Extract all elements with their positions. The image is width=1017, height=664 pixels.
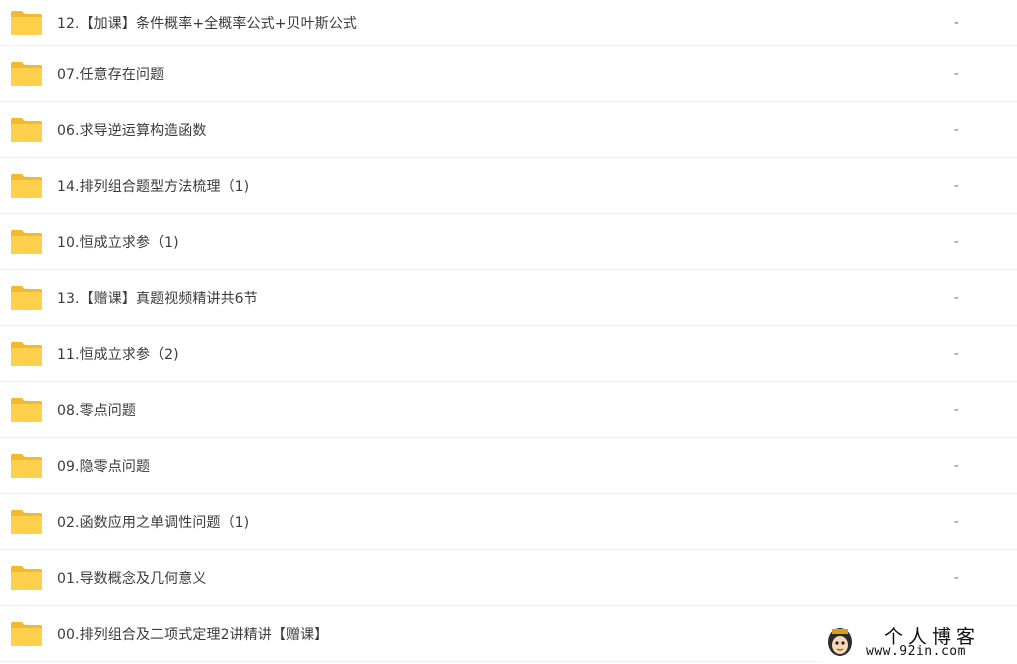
- file-name[interactable]: 09.隐零点问题: [57, 456, 150, 476]
- file-name[interactable]: 08.零点问题: [57, 400, 136, 420]
- folder-icon: [11, 565, 42, 590]
- file-name[interactable]: 10.恒成立求参（1): [57, 232, 179, 252]
- file-size: -: [954, 514, 959, 529]
- file-list: 12.【加课】条件概率+全概率公式+贝叶斯公式 - 07.任意存在问题 - 06…: [0, 0, 1017, 662]
- file-name[interactable]: 13.【赠课】真题视频精讲共6节: [57, 288, 258, 308]
- file-row[interactable]: 14.排列组合题型方法梳理（1) -: [0, 158, 1017, 214]
- file-name[interactable]: 01.导数概念及几何意义: [57, 568, 206, 588]
- file-size: -: [954, 402, 959, 417]
- folder-icon: [11, 61, 42, 86]
- file-name[interactable]: 12.【加课】条件概率+全概率公式+贝叶斯公式: [57, 13, 357, 33]
- folder-icon: [11, 117, 42, 142]
- folder-icon: [11, 285, 42, 310]
- file-size: -: [954, 178, 959, 193]
- file-name[interactable]: 14.排列组合题型方法梳理（1): [57, 176, 249, 196]
- folder-icon: [11, 341, 42, 366]
- file-size: -: [954, 290, 959, 305]
- cartoon-face-icon: [828, 628, 852, 656]
- file-size: -: [954, 66, 959, 81]
- file-size: -: [954, 15, 959, 30]
- file-name[interactable]: 02.函数应用之单调性问题（1): [57, 512, 249, 532]
- watermark-url: www.92in.com: [866, 644, 966, 659]
- file-name[interactable]: 11.恒成立求参（2): [57, 344, 179, 364]
- file-name[interactable]: 07.任意存在问题: [57, 64, 164, 84]
- file-row[interactable]: 10.恒成立求参（1) -: [0, 214, 1017, 270]
- file-size: -: [954, 234, 959, 249]
- file-row[interactable]: 12.【加课】条件概率+全概率公式+贝叶斯公式 -: [0, 0, 1017, 46]
- file-name[interactable]: 00.排列组合及二项式定理2讲精讲【赠课】: [57, 624, 328, 644]
- file-size: -: [954, 570, 959, 585]
- folder-icon: [11, 453, 42, 478]
- file-size: -: [954, 458, 959, 473]
- file-name[interactable]: 06.求导逆运算构造函数: [57, 120, 206, 140]
- folder-icon: [11, 509, 42, 534]
- folder-icon: [11, 173, 42, 198]
- file-row[interactable]: 07.任意存在问题 -: [0, 46, 1017, 102]
- folder-icon: [11, 621, 42, 646]
- file-row[interactable]: 01.导数概念及几何意义 -: [0, 550, 1017, 606]
- file-row[interactable]: 09.隐零点问题 -: [0, 438, 1017, 494]
- file-size: -: [954, 122, 959, 137]
- file-row[interactable]: 02.函数应用之单调性问题（1) -: [0, 494, 1017, 550]
- file-row[interactable]: 13.【赠课】真题视频精讲共6节 -: [0, 270, 1017, 326]
- folder-icon: [11, 10, 42, 35]
- file-size: -: [954, 346, 959, 361]
- folder-icon: [11, 397, 42, 422]
- file-row[interactable]: 08.零点问题 -: [0, 382, 1017, 438]
- folder-icon: [11, 229, 42, 254]
- watermark: 个人博客 www.92in.com: [820, 620, 1017, 664]
- file-row[interactable]: 06.求导逆运算构造函数 -: [0, 102, 1017, 158]
- file-row[interactable]: 11.恒成立求参（2) -: [0, 326, 1017, 382]
